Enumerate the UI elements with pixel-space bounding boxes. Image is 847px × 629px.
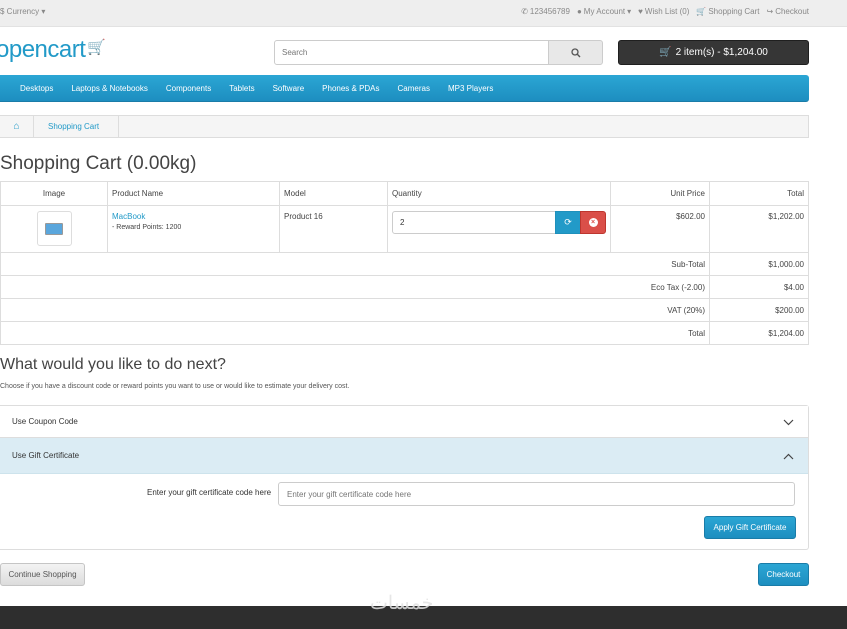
eco-tax-value: $4.00: [709, 275, 809, 299]
menu-item-cameras[interactable]: Cameras: [398, 84, 430, 93]
total-value: $1,204.00: [709, 321, 809, 345]
apply-gift-button[interactable]: Apply Gift Certificate: [704, 516, 796, 539]
currency-dropdown[interactable]: $ Currency ▾: [0, 7, 45, 16]
home-breadcrumb[interactable]: ⌂: [0, 116, 34, 137]
share-icon: ↪: [766, 7, 774, 16]
cart-table-header: Image Product Name Model Quantity Unit P…: [0, 181, 809, 206]
vat-label: VAT (20%): [0, 298, 710, 322]
user-icon: ●: [576, 7, 582, 16]
eco-tax-label: Eco Tax (-2.00): [0, 275, 710, 299]
product-thumbnail[interactable]: [36, 211, 72, 246]
menu-item-desktops[interactable]: Desktops: [20, 84, 53, 93]
home-icon: ⌂: [13, 121, 20, 132]
breadcrumb-divider: [109, 116, 120, 137]
checkout-label: Checkout: [775, 7, 809, 16]
menu-item-phones[interactable]: Phones & PDAs: [322, 84, 379, 93]
wish-list-label: Wish List (0): [644, 7, 690, 16]
logo-cart-icon: 🛒: [87, 39, 106, 56]
refresh-icon: ⟳: [564, 217, 572, 227]
close-icon: ×: [588, 218, 598, 227]
page-title: Shopping Cart (0.00kg): [0, 153, 197, 174]
options-panel: Use Coupon Code Use Gift Certificate Ent…: [0, 405, 809, 550]
gift-panel-label: Use Gift Certificate: [12, 451, 80, 460]
cart-table: Image Product Name Model Quantity Unit P…: [0, 181, 809, 345]
total-row: Total $1,204.00: [0, 321, 809, 345]
phone-icon: ✆: [521, 7, 528, 16]
gift-code-label: Enter your gift certificate code here: [147, 488, 272, 497]
breadcrumb-shopping-cart[interactable]: Shopping Cart: [48, 122, 99, 131]
coupon-panel-toggle[interactable]: Use Coupon Code: [0, 406, 808, 438]
next-heading: What would you like to do next?: [0, 356, 226, 373]
cart-icon: 🛒: [659, 47, 672, 58]
quantity-input[interactable]: [392, 211, 556, 234]
next-description: Choose if you have a discount code or re…: [0, 383, 350, 390]
item-total: $1,202.00: [709, 205, 809, 253]
heart-icon: ♥: [638, 7, 643, 16]
subtotal-row: Sub-Total $1,000.00: [0, 252, 809, 276]
checkout-link[interactable]: ↪ Checkout: [767, 7, 810, 16]
menu-item-components[interactable]: Components: [166, 84, 211, 93]
top-bar: $ Currency ▾ ✆ 123456789 ● My Account ▾ ♥ Wi…: [0, 0, 847, 27]
logo-text: opencart: [0, 36, 86, 63]
col-model: Model: [279, 181, 388, 206]
cart-total-label: 2 item(s) - $1,204.00: [675, 47, 768, 58]
vat-value: $200.00: [709, 298, 809, 322]
menu-item-laptops[interactable]: Laptops & Notebooks: [71, 84, 148, 93]
shopping-cart-link[interactable]: 🛒 Shopping Cart: [696, 7, 759, 16]
product-link[interactable]: MacBook: [112, 212, 275, 221]
checkout-button[interactable]: Checkout: [758, 563, 809, 586]
reward-points: - Reward Points: 1200: [112, 224, 182, 231]
cart-total-button[interactable]: 🛒 2 item(s) - $1,204.00: [618, 40, 809, 65]
col-unit-price: Unit Price: [610, 181, 710, 206]
subtotal-value: $1,000.00: [709, 252, 809, 276]
caret-down-icon: ▾: [627, 7, 632, 16]
laptop-icon: [45, 222, 63, 235]
caret-down-icon: ▾: [41, 7, 46, 16]
item-image-cell: [0, 205, 108, 253]
search-input[interactable]: [274, 40, 549, 65]
update-button[interactable]: ⟳: [555, 211, 581, 234]
cart-icon: 🛒: [696, 7, 707, 16]
col-image: Image: [0, 181, 108, 206]
logo[interactable]: opencart 🛒: [0, 36, 106, 64]
coupon-panel-label: Use Coupon Code: [12, 417, 78, 426]
total-label: Total: [0, 321, 710, 345]
col-product-name: Product Name: [107, 181, 280, 206]
col-total: Total: [709, 181, 809, 206]
phone-link[interactable]: ✆ 123456789: [521, 7, 570, 16]
item-unit-price: $602.00: [610, 205, 710, 253]
eco-tax-row: Eco Tax (-2.00) $4.00: [0, 275, 809, 299]
watermark: خمسات: [370, 593, 434, 614]
my-account-label: My Account: [583, 7, 626, 16]
item-name-cell: MacBook - Reward Points: 1200: [107, 205, 280, 253]
currency-label: $ Currency: [0, 7, 40, 16]
phone-label: 123456789: [529, 7, 570, 16]
table-row: MacBook - Reward Points: 1200 Product 16…: [0, 205, 809, 253]
chevron-up-icon: [783, 449, 794, 463]
item-model: Product 16: [279, 205, 388, 253]
vat-row: VAT (20%) $200.00: [0, 298, 809, 322]
menu-item-tablets[interactable]: Tablets: [229, 84, 254, 93]
col-quantity: Quantity: [387, 181, 611, 206]
subtotal-label: Sub-Total: [0, 252, 710, 276]
shopping-cart-label: Shopping Cart: [708, 7, 760, 16]
search-button[interactable]: [548, 40, 603, 65]
menu-item-software[interactable]: Software: [273, 84, 305, 93]
chevron-down-icon: [783, 415, 794, 429]
search-group: [274, 40, 603, 65]
breadcrumb: ⌂ Shopping Cart: [0, 115, 809, 138]
gift-code-input[interactable]: [278, 482, 795, 506]
menu-item-mp3[interactable]: MP3 Players: [448, 84, 493, 93]
item-quantity-cell: ⟳ ×: [387, 205, 611, 253]
main-menu: Desktops Laptops & Notebooks Components …: [0, 75, 809, 102]
remove-button[interactable]: ×: [580, 211, 606, 234]
search-icon: [570, 47, 580, 57]
gift-panel-toggle[interactable]: Use Gift Certificate: [0, 438, 808, 474]
wish-list-link[interactable]: ♥ Wish List (0): [638, 7, 689, 16]
my-account-dropdown[interactable]: ● My Account ▾: [577, 7, 631, 16]
continue-shopping-button[interactable]: Continue Shopping: [0, 563, 85, 586]
